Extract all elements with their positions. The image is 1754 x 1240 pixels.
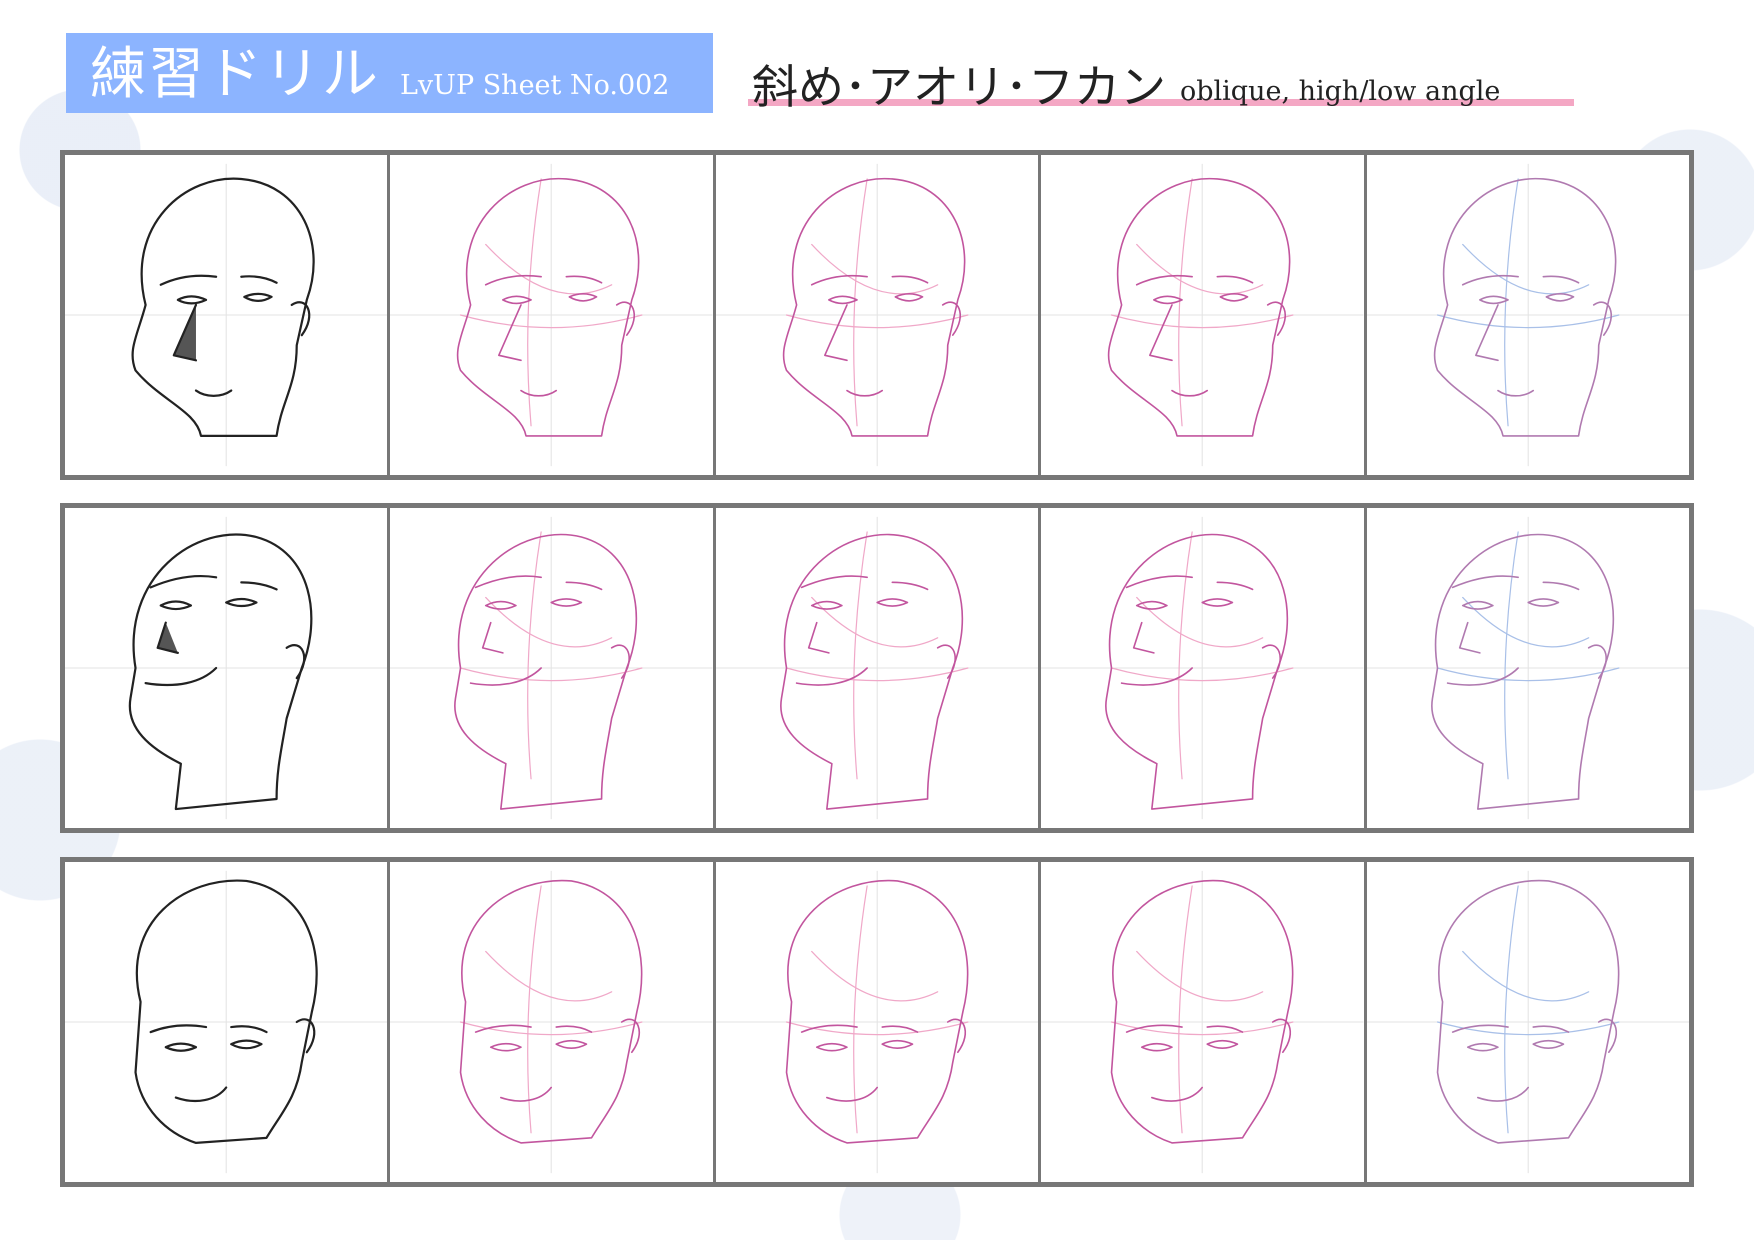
drawing-cell[interactable] [390,508,716,828]
subject-heading: 斜め･アオリ･フカン oblique, high/low angle [752,52,1500,110]
drawing-cell[interactable] [1366,862,1690,1182]
row-oblique [60,150,1694,480]
drawing-cell[interactable] [65,862,391,1182]
head-sketch [65,516,388,820]
head-sketch [65,163,388,467]
drill-title: 練習ドリル [90,42,380,107]
drawing-cell[interactable] [715,155,1042,475]
head-sketch [390,163,713,467]
sheet-number: LvUP Sheet No.002 [400,70,670,101]
head-sketch [390,870,713,1174]
subject-english: oblique, high/low angle [1180,76,1501,107]
row-low-angle [60,503,1694,833]
drawing-cell[interactable] [390,155,716,475]
head-sketch [715,870,1039,1174]
drawing-cell[interactable] [65,508,391,828]
drawing-cell[interactable] [715,862,1042,1182]
head-sketch [390,516,713,820]
drawing-cell[interactable] [390,862,716,1182]
head-sketch [1041,163,1364,467]
head-sketch [1041,870,1364,1174]
drawing-cell[interactable] [65,155,391,475]
head-sketch [1366,870,1690,1174]
head-sketch [715,516,1039,820]
subject-japanese: 斜め･アオリ･フカン [752,60,1166,114]
row-high-angle [60,857,1694,1187]
drawing-cell[interactable] [1366,508,1690,828]
title-banner: 練習ドリル LvUP Sheet No.002 [66,33,713,113]
drawing-cell[interactable] [715,508,1042,828]
drawing-cell[interactable] [1041,508,1367,828]
drawing-cell[interactable] [1041,862,1367,1182]
drawing-cell[interactable] [1041,155,1367,475]
head-sketch [65,870,388,1174]
head-sketch [1366,163,1690,467]
head-sketch [1366,516,1690,820]
drawing-cell[interactable] [1366,155,1690,475]
head-sketch [715,163,1039,467]
head-sketch [1041,516,1364,820]
